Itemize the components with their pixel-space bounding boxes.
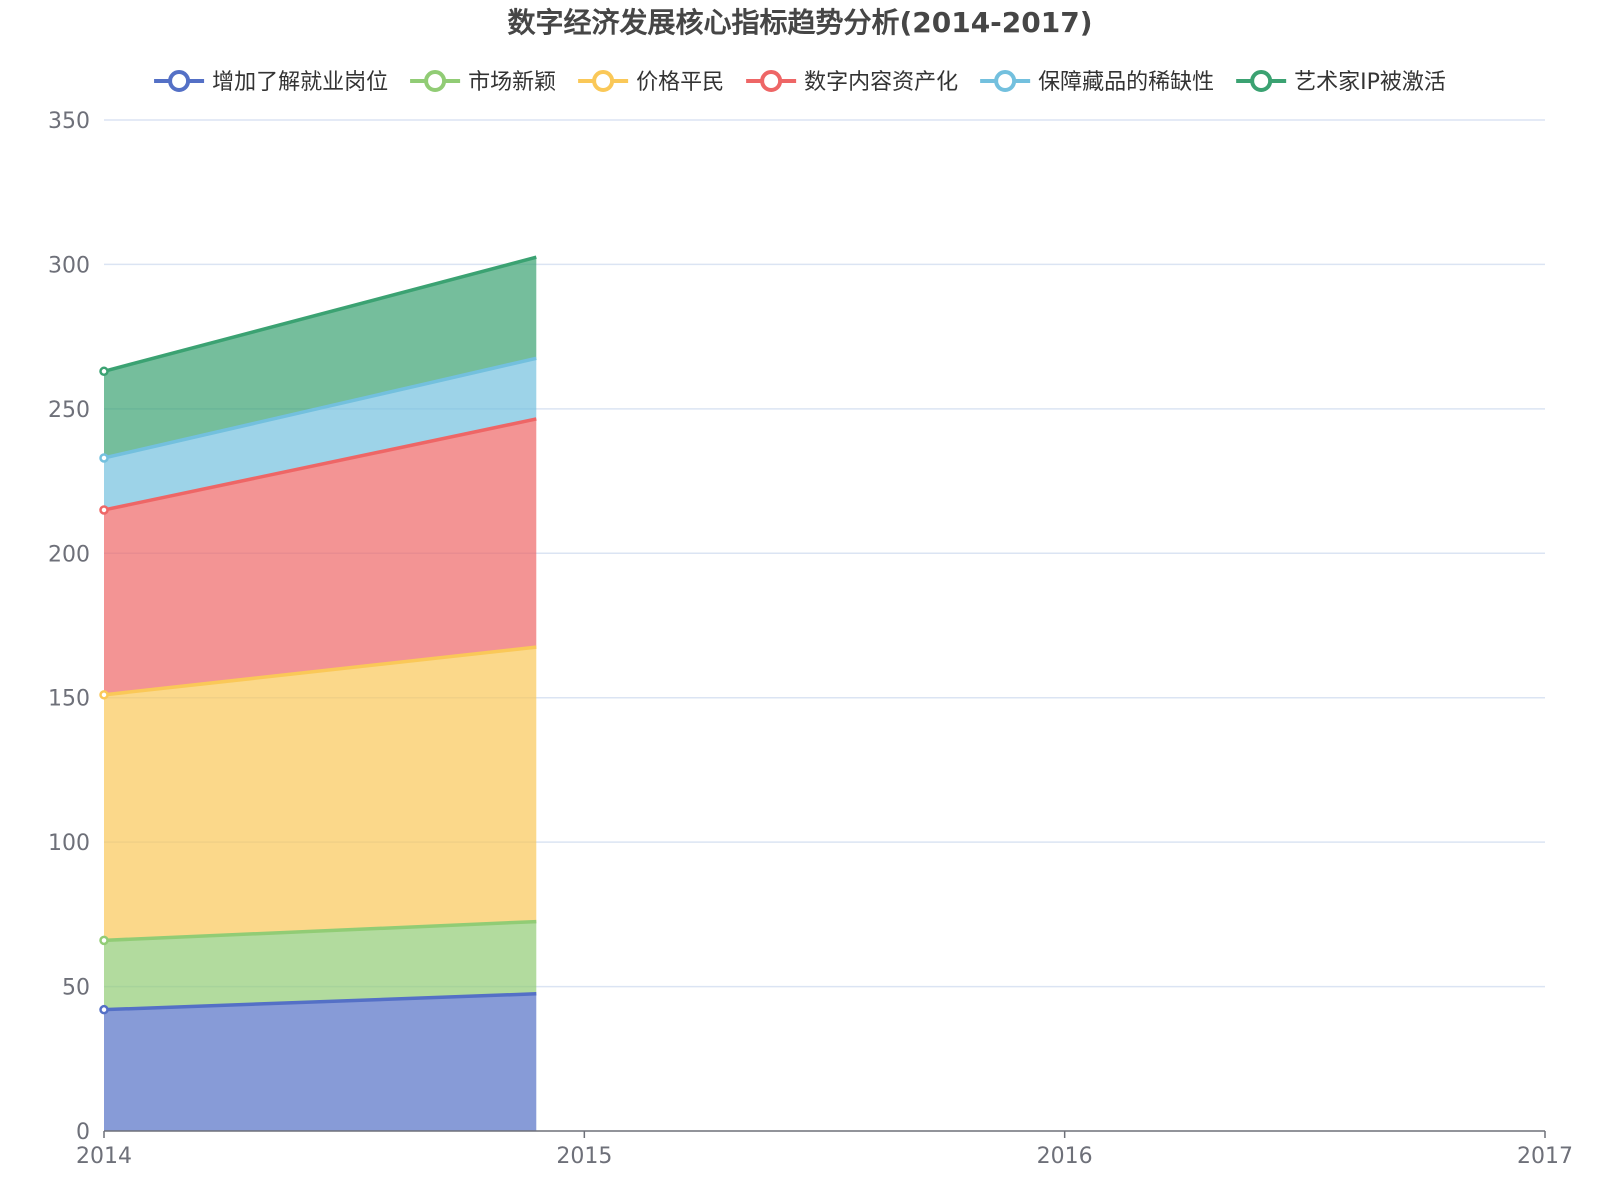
series-area <box>104 647 537 941</box>
y-tick-label: 350 <box>48 109 90 134</box>
data-point[interactable] <box>99 453 109 463</box>
legend-label: 数字内容资产化 <box>804 70 958 95</box>
data-point[interactable] <box>99 935 109 946</box>
legend-item[interactable]: 艺术家IP被激活 <box>1236 70 1446 95</box>
y-tick-label: 100 <box>48 831 90 856</box>
y-tick-label: 150 <box>48 687 90 712</box>
data-point[interactable] <box>99 690 109 700</box>
x-tick-label: 2014 <box>76 1144 132 1169</box>
x-tick-label: 2017 <box>1517 1144 1573 1169</box>
legend-marker-icon <box>168 70 191 92</box>
y-tick-label: 0 <box>76 1120 90 1145</box>
legend-label: 市场新颖 <box>468 70 556 95</box>
legend-marker-icon <box>760 70 783 92</box>
chart-container: 数字经济发展核心指标趋势分析(2014-2017) 0 50 100 150 200 25… <box>0 0 1600 1200</box>
stacked-area-chart: 数字经济发展核心指标趋势分析(2014-2017) 0 50 100 150 200 25… <box>48 6 1573 1169</box>
data-point[interactable] <box>99 505 109 515</box>
x-tick-label: 2015 <box>556 1144 612 1169</box>
legend-label: 艺术家IP被激活 <box>1294 70 1446 95</box>
data-point[interactable] <box>99 366 109 377</box>
legend-item[interactable]: 增加了解就业岗位 <box>154 70 388 95</box>
legend-marker-icon <box>424 70 447 92</box>
legend-item[interactable]: 价格平民 <box>578 70 724 95</box>
legend-item[interactable]: 市场新颖 <box>410 70 556 95</box>
legend-item[interactable]: 数字内容资产化 <box>746 70 958 95</box>
series-area <box>104 993 537 1131</box>
legend-marker-icon <box>592 70 615 92</box>
y-tick-label: 250 <box>48 398 90 423</box>
data-point[interactable] <box>99 1004 109 1015</box>
y-tick-label: 300 <box>48 253 90 278</box>
series-areas <box>104 257 537 1131</box>
legend-marker-icon <box>994 70 1017 92</box>
legend[interactable]: 增加了解就业岗位 市场新颖 价格平民 数字内容资产化 保障藏品的稀缺性 艺术家IP被激活 <box>154 70 1446 95</box>
chart-title: 数字经济发展核心指标趋势分析(2014-2017) <box>507 6 1092 39</box>
legend-label: 价格平民 <box>636 70 724 95</box>
legend-item[interactable]: 保障藏品的稀缺性 <box>980 70 1214 95</box>
y-tick-label: 200 <box>48 542 90 567</box>
legend-marker-icon <box>1250 70 1273 92</box>
y-tick-label: 50 <box>62 976 90 1001</box>
x-tick-label: 2016 <box>1037 1144 1093 1169</box>
legend-label: 增加了解就业岗位 <box>212 70 388 95</box>
legend-label: 保障藏品的稀缺性 <box>1038 70 1214 95</box>
